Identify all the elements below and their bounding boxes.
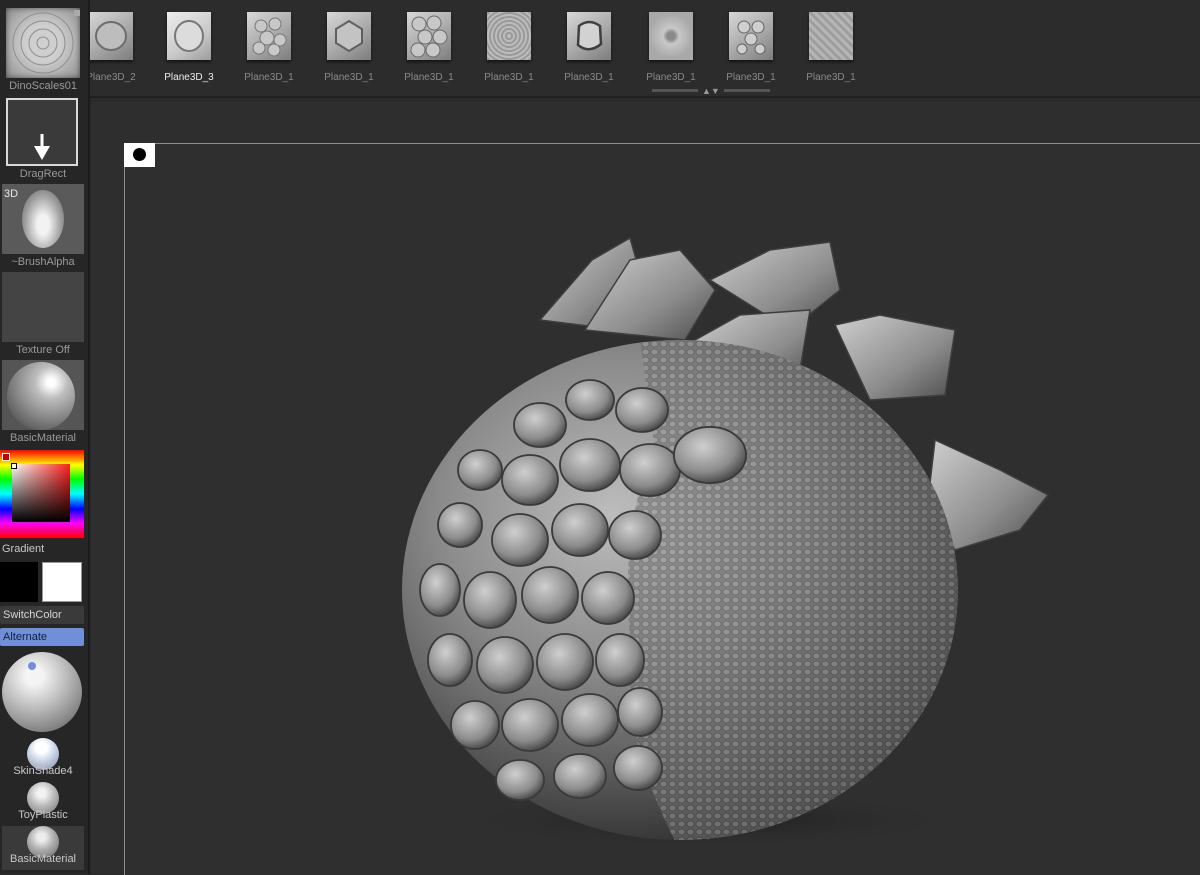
brush-thumb-label: Plane3D_3	[164, 72, 214, 83]
brush-thumb[interactable]: Plane3D_1	[324, 12, 374, 83]
material-sphere-icon	[7, 362, 75, 430]
texture-label: Texture Off	[16, 344, 70, 356]
lightbox-sphere[interactable]	[2, 652, 82, 732]
material-preview	[2, 360, 84, 430]
secondary-color-swatch[interactable]	[42, 562, 82, 602]
brush-thumb[interactable]: Plane3D_1	[726, 12, 776, 83]
brush-thumb-label: Plane3D_2	[86, 72, 136, 83]
cluster-scales-icon	[247, 12, 291, 60]
sculpted-model[interactable]	[380, 220, 1060, 850]
bubble-scales-icon	[407, 12, 451, 60]
switch-color-button[interactable]: SwitchColor	[0, 606, 84, 624]
material-item-label: BasicMaterial	[9, 853, 77, 865]
brush-thumb[interactable]: Plane3D_1	[484, 12, 534, 83]
material-item[interactable]: BasicMaterial	[2, 826, 84, 870]
brush-thumb-label: Plane3D_1	[404, 72, 454, 83]
brush-thumb[interactable]: Plane3D_1	[564, 12, 614, 83]
scroll-track-right	[724, 89, 770, 92]
scroll-track-left	[652, 89, 698, 92]
scale-alpha-icon	[6, 8, 80, 78]
light-position-icon[interactable]	[28, 662, 36, 670]
shield-scale-icon	[167, 12, 211, 60]
scroll-arrows-icon[interactable]: ▲▼	[702, 86, 720, 96]
brush-alpha-label: ~BrushAlpha	[11, 256, 75, 268]
drag-rect-icon	[6, 98, 78, 166]
alpha-label: DinoScales01	[9, 80, 77, 92]
brush-thumb[interactable]: Plane3D_1	[244, 12, 294, 83]
round-scales-icon	[729, 12, 773, 60]
primary-color-swatch[interactable]	[0, 562, 38, 602]
material-label: BasicMaterial	[9, 432, 77, 444]
brush-strip-scrollbar[interactable]: ▲▼	[652, 86, 770, 96]
brush-thumb-label: Plane3D_1	[324, 72, 374, 83]
brush-dot-icon	[133, 148, 146, 161]
brush-thumb-label: Plane3D_1	[806, 72, 856, 83]
material-item[interactable]: ToyPlastic	[2, 782, 84, 826]
brush-alpha-badge: 3D	[4, 188, 19, 200]
material-item-label: ToyPlastic	[18, 809, 68, 821]
brush-thumb[interactable]: Plane3D_3	[164, 12, 214, 83]
brush-indicator[interactable]	[124, 143, 155, 167]
material-item-label: SkinShade4	[13, 765, 73, 777]
brush-strip: Plane3D_2 Plane3D_3 Plane3D_1 Plane3D_1	[0, 0, 1200, 98]
alpha-slot[interactable]: DinoScales01	[2, 8, 84, 94]
brush-thumb[interactable]: Plane3D_1	[404, 12, 454, 83]
dino-scales-icon	[649, 12, 693, 60]
brush-shape-icon	[22, 190, 64, 248]
brush-thumb[interactable]: Plane3D_1	[806, 12, 856, 83]
brush-thumb-label: Plane3D_1	[726, 72, 776, 83]
color-picker[interactable]	[0, 450, 84, 538]
gradient-label[interactable]: Gradient	[2, 543, 44, 555]
material-item[interactable]: SkinShade4	[2, 738, 84, 782]
micro-scales-icon	[809, 12, 853, 60]
brush-thumb[interactable]: Plane3D_2	[86, 12, 136, 83]
color-marker-icon[interactable]	[11, 463, 17, 469]
fine-scales-icon	[487, 12, 531, 60]
material-slot[interactable]: BasicMaterial	[2, 360, 84, 446]
color-field[interactable]	[12, 464, 70, 522]
stroke-slot[interactable]: DragRect	[2, 96, 84, 182]
strip-divider	[88, 96, 1200, 98]
brush-alpha-preview: 3D	[2, 184, 84, 254]
shield-scale-icon	[89, 12, 133, 60]
brush-thumb-label: Plane3D_1	[646, 72, 696, 83]
brush-thumb-label: Plane3D_1	[564, 72, 614, 83]
left-tray: DinoScales01 DragRect 3D ~BrushAlpha Tex…	[0, 0, 90, 874]
plate-scale-icon	[567, 12, 611, 60]
texture-preview	[2, 272, 84, 342]
brush-thumb-label: Plane3D_1	[244, 72, 294, 83]
corner-icon	[74, 10, 80, 16]
hue-marker-icon[interactable]	[2, 453, 10, 461]
stroke-label: DragRect	[19, 168, 67, 180]
texture-slot[interactable]: Texture Off	[2, 272, 84, 358]
brush-thumb-label: Plane3D_1	[484, 72, 534, 83]
hex-scale-icon	[327, 12, 371, 60]
brush-thumb[interactable]: Plane3D_1	[646, 12, 696, 83]
brush-alpha-slot[interactable]: 3D ~BrushAlpha	[2, 184, 84, 270]
alternate-button[interactable]: Alternate	[0, 628, 84, 646]
